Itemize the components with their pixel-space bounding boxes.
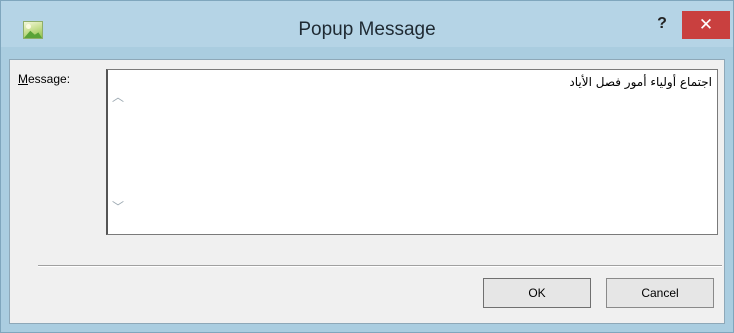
message-label: Message: — [18, 72, 70, 86]
window-title: Popup Message — [298, 19, 436, 40]
title-bar[interactable]: Popup Message ? ✕ — [1, 1, 733, 47]
cancel-button[interactable]: Cancel — [606, 278, 714, 308]
divider — [38, 265, 722, 267]
close-button[interactable]: ✕ — [682, 11, 730, 39]
textarea-scroll-column: ︿ ﹀ — [108, 70, 130, 234]
dialog-body: Message: ︿ ﹀ اجتماع أولياء أمور فصل الأي… — [9, 59, 725, 324]
message-textarea[interactable]: ︿ ﹀ اجتماع أولياء أمور فصل الأياد — [106, 69, 718, 235]
help-button[interactable]: ? — [653, 15, 671, 39]
popup-message-dialog: Popup Message ? ✕ Message: ︿ ﹀ اجتماع أو… — [0, 0, 734, 333]
chevron-down-icon[interactable]: ﹀ — [112, 201, 124, 213]
message-label-text: essage: — [28, 72, 71, 86]
message-label-accelerator: M — [18, 72, 28, 86]
message-text: اجتماع أولياء أمور فصل الأياد — [569, 75, 712, 89]
chevron-up-icon[interactable]: ︿ — [112, 91, 124, 103]
ok-button[interactable]: OK — [483, 278, 591, 308]
